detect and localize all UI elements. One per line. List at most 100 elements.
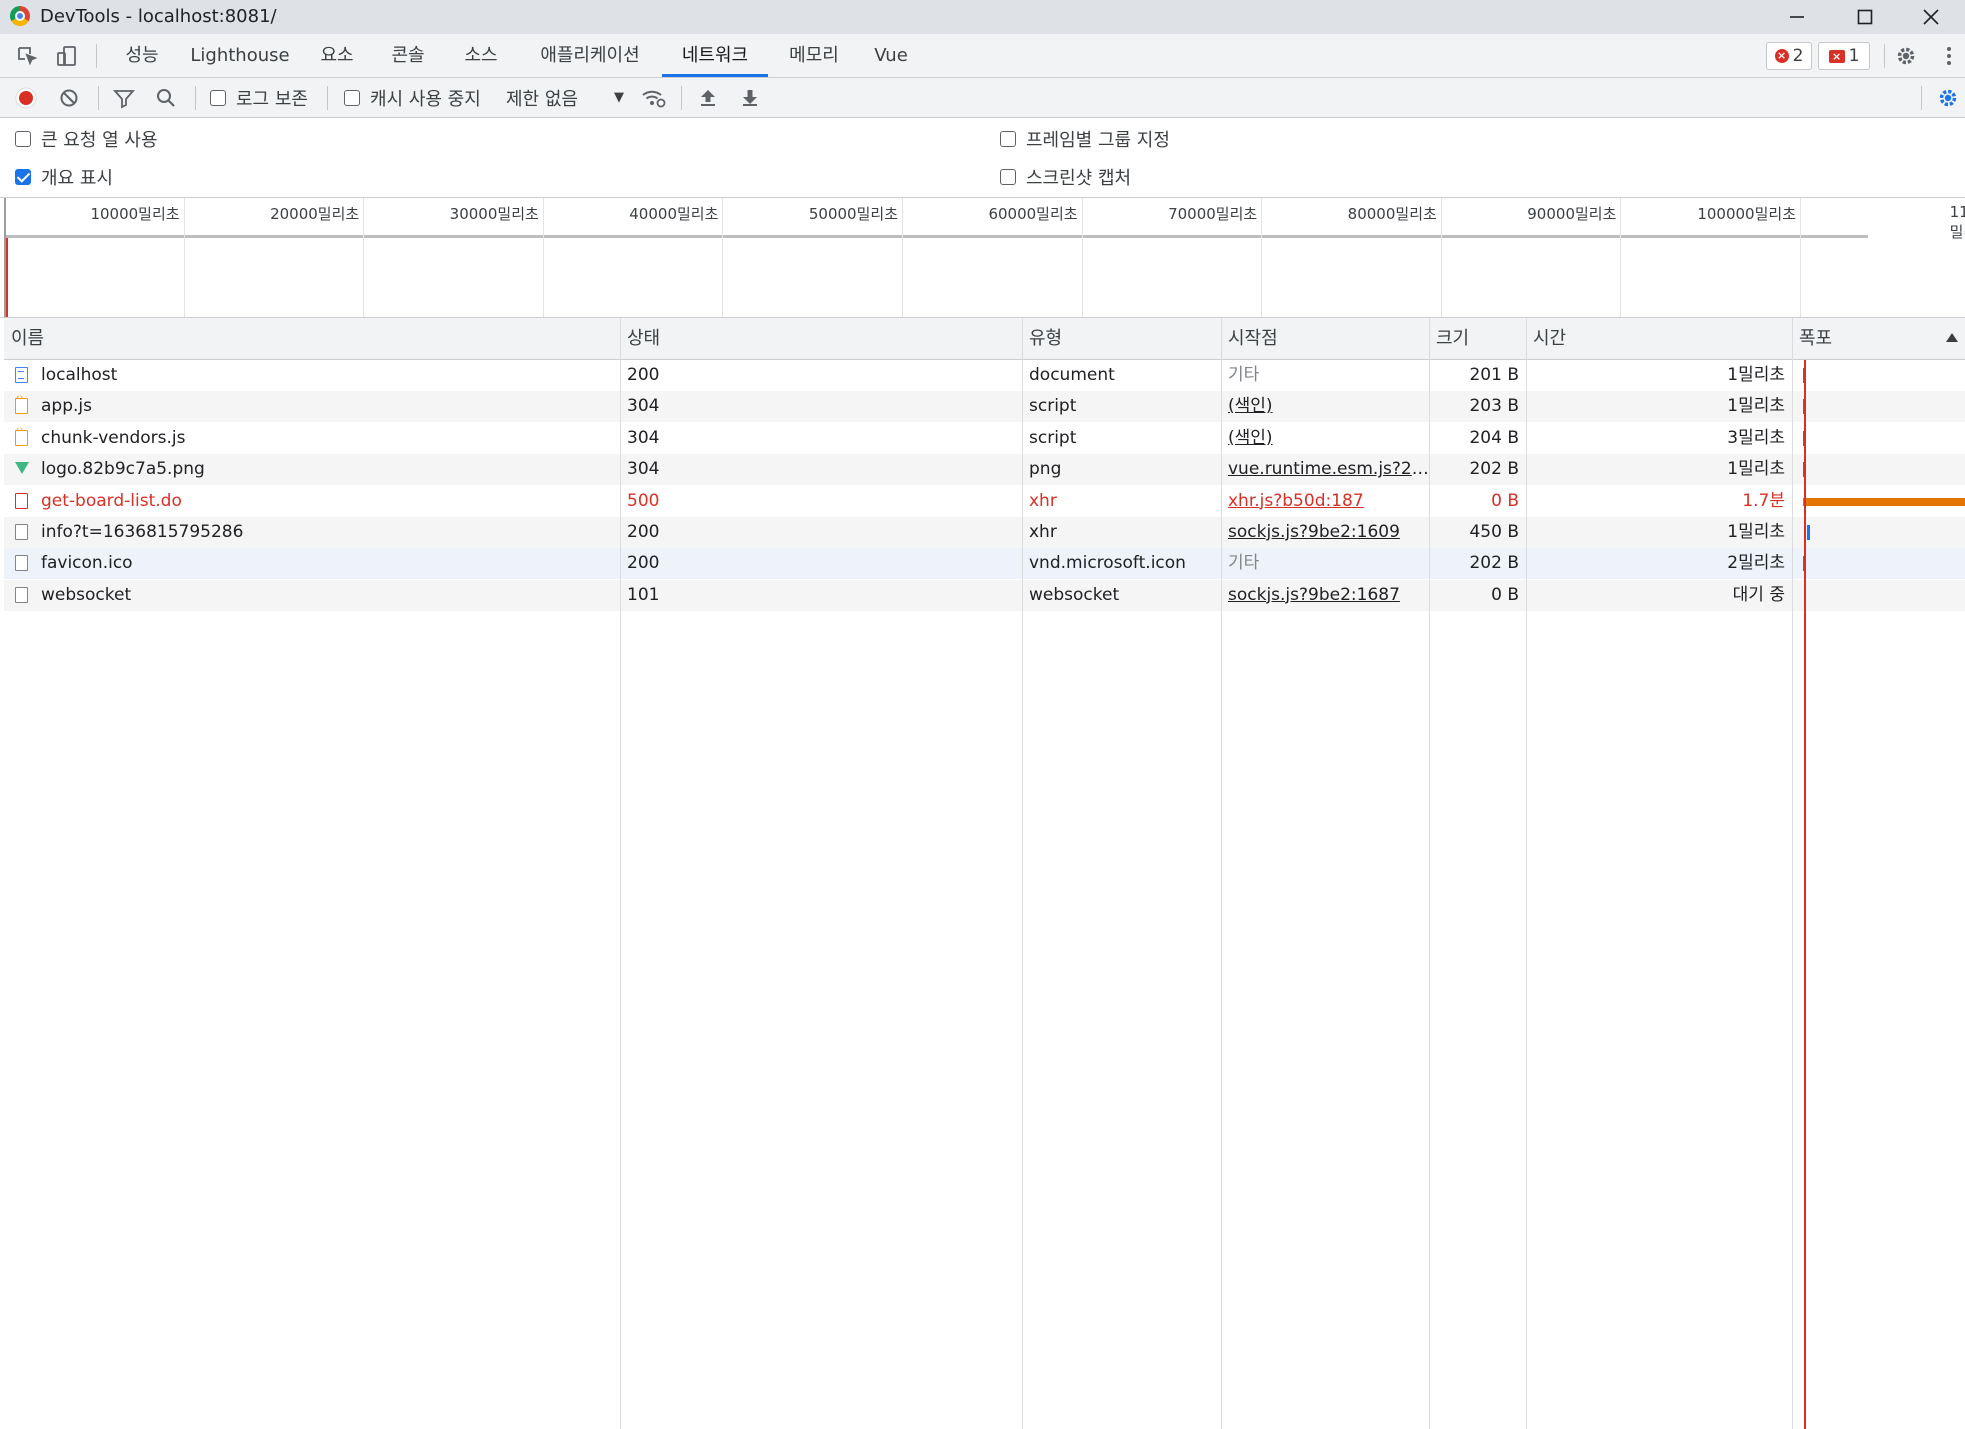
table-row[interactable]: app.js 304 script (색인) 203 B 1밀리초 [4,391,1965,423]
issues-count-badge[interactable]: × 1 [1818,42,1870,70]
request-time: 3밀리초 [1727,427,1785,448]
request-initiator: 기타 [1228,553,1260,574]
disable-cache-checkbox[interactable]: 캐시 사용 중지 [344,78,481,117]
request-initiator[interactable]: sockjs.js?9be2:1609 [1221,517,1429,548]
table-row[interactable]: info?t=1636815795286 200 xhr sockjs.js?9be2… [4,517,1965,548]
column-header-waterfall[interactable]: 폭포 [1792,318,1965,359]
request-name[interactable]: get-board-list.do [4,486,620,517]
request-initiator[interactable]: (색인) [1221,391,1429,422]
table-row[interactable]: logo.82b9c7a5.png 304 png vue.runtime.esm.j… [4,454,1965,486]
request-initiator[interactable]: vue.runtime.esm.js?2b… [1221,454,1429,485]
column-header-initiator[interactable]: 시작점 [1221,318,1429,359]
issue-icon: × [1828,49,1845,63]
tab-memory[interactable]: 메모리 [776,34,852,77]
large-rows-label: 큰 요청 열 사용 [41,130,158,151]
network-settings-button[interactable] [1937,78,1959,117]
table-row[interactable]: websocket 101 websocket sockjs.js?9be2:1687… [4,579,1965,611]
request-initiator[interactable]: sockjs.js?9be2:1687 [1221,580,1429,611]
request-name[interactable]: chunk-vendors.js [4,423,620,454]
checkbox-checked[interactable] [15,169,31,185]
inspect-icon [18,47,38,66]
request-initiator[interactable]: xhr.js?b50d:187 [1221,486,1429,517]
group-by-frame-label: 프레임별 그룹 지정 [1026,130,1170,151]
clear-button[interactable] [58,78,80,117]
column-header-size[interactable]: 크기 [1429,318,1526,359]
request-size: 0 B [1491,490,1519,511]
error-count: 2 [1792,46,1804,66]
settings-button[interactable] [1894,44,1918,68]
throttling-select[interactable]: 제한 없음 ▼ [506,78,624,117]
record-button[interactable] [15,78,37,117]
large-rows-option[interactable]: 큰 요청 열 사용 [15,126,158,152]
import-har-button[interactable] [697,78,719,117]
request-name[interactable]: app.js [4,391,620,422]
filter-button[interactable] [113,78,135,117]
column-header-status[interactable]: 상태 [620,318,1022,359]
close-icon [1923,9,1939,25]
table-row[interactable]: chunk-vendors.js 304 script (색인) 204 B 3밀리초 [4,423,1965,454]
overview-gridline [902,198,903,317]
search-button[interactable] [155,78,177,117]
tab-performance[interactable]: 성능 [110,34,174,77]
checkbox[interactable] [210,89,226,106]
request-time: 1밀리초 [1727,522,1785,542]
overview-tick-label: 60000밀리초 [988,205,1078,223]
checkbox[interactable] [1000,169,1016,185]
checkbox[interactable] [344,89,360,106]
overview-gridline [1620,198,1622,317]
checkbox[interactable] [1000,131,1016,147]
close-button[interactable] [1897,0,1965,34]
request-name[interactable]: info?t=1636815795286 [4,517,620,548]
request-name[interactable]: favicon.ico [4,548,620,579]
table-row[interactable]: localhost 200 document 기타 201 B 1밀리초 [4,360,1965,391]
request-name[interactable]: websocket [4,580,620,611]
overview-tick-label: 70000밀리초 [1168,205,1258,223]
tab-console[interactable]: 콘솔 [378,34,438,77]
tab-network[interactable]: 네트워크 [662,34,768,77]
request-name[interactable]: localhost [4,360,620,391]
waterfall-bar[interactable] [1803,497,1965,506]
request-size: 0 B [1491,584,1519,605]
capture-screenshots-option[interactable]: 스크린샷 캡처 [1000,164,1131,190]
request-status: 304 [627,396,660,417]
tab-lighthouse[interactable]: Lighthouse [185,34,295,77]
waterfall-bar[interactable] [1807,525,1810,540]
request-size: 204 B [1469,427,1519,448]
overview-tick-label: 10000밀리초 [90,205,180,223]
kebab-menu-icon [1947,47,1951,65]
table-row[interactable]: favicon.ico 200 vnd.microsoft.icon 기타 202 B 2… [4,548,1965,580]
request-name[interactable]: logo.82b9c7a5.png [4,454,620,485]
request-status: 200 [627,522,660,542]
request-type: xhr [1029,490,1057,511]
more-options-button[interactable] [1937,44,1961,68]
show-overview-option[interactable]: 개요 표시 [15,164,113,190]
column-header-time[interactable]: 시간 [1526,318,1792,359]
column-header-type[interactable]: 유형 [1022,318,1221,359]
tab-vue[interactable]: Vue [862,34,920,77]
group-by-frame-option[interactable]: 프레임별 그룹 지정 [1000,126,1170,152]
preserve-log-checkbox[interactable]: 로그 보존 [210,78,308,117]
request-initiator[interactable]: (색인) [1221,423,1429,454]
table-row[interactable]: get-board-list.do 500 xhr xhr.js?b50d:187 0 … [4,486,1965,517]
overview-gridline [542,198,544,317]
error-count-badge[interactable]: × 2 [1766,42,1812,70]
network-overview[interactable]: 10000밀리초 20000밀리초 30000밀리초 40000밀리초 50000밀리초… [0,198,1965,318]
inspect-element-button[interactable] [15,44,39,68]
network-conditions-button[interactable] [641,78,667,117]
checkbox[interactable] [15,131,31,147]
upload-icon [701,89,715,106]
column-header-name[interactable]: 이름 [4,318,620,359]
request-time: 1밀리초 [1727,396,1785,417]
request-size: 450 B [1469,522,1519,542]
device-toolbar-button[interactable] [55,44,79,68]
tab-elements[interactable]: 요소 [307,34,367,77]
search-icon [157,88,175,107]
overview-gridline [363,198,365,317]
network-toolbar: 로그 보존 캐시 사용 중지 제한 없음 ▼ [0,78,1965,118]
maximize-button[interactable] [1831,0,1899,34]
export-har-button[interactable] [739,78,761,117]
tab-sources[interactable]: 소스 [450,34,512,77]
minimize-button[interactable] [1763,0,1831,34]
request-time: 1밀리초 [1727,459,1785,480]
tab-application[interactable]: 애플리케이션 [525,34,655,77]
